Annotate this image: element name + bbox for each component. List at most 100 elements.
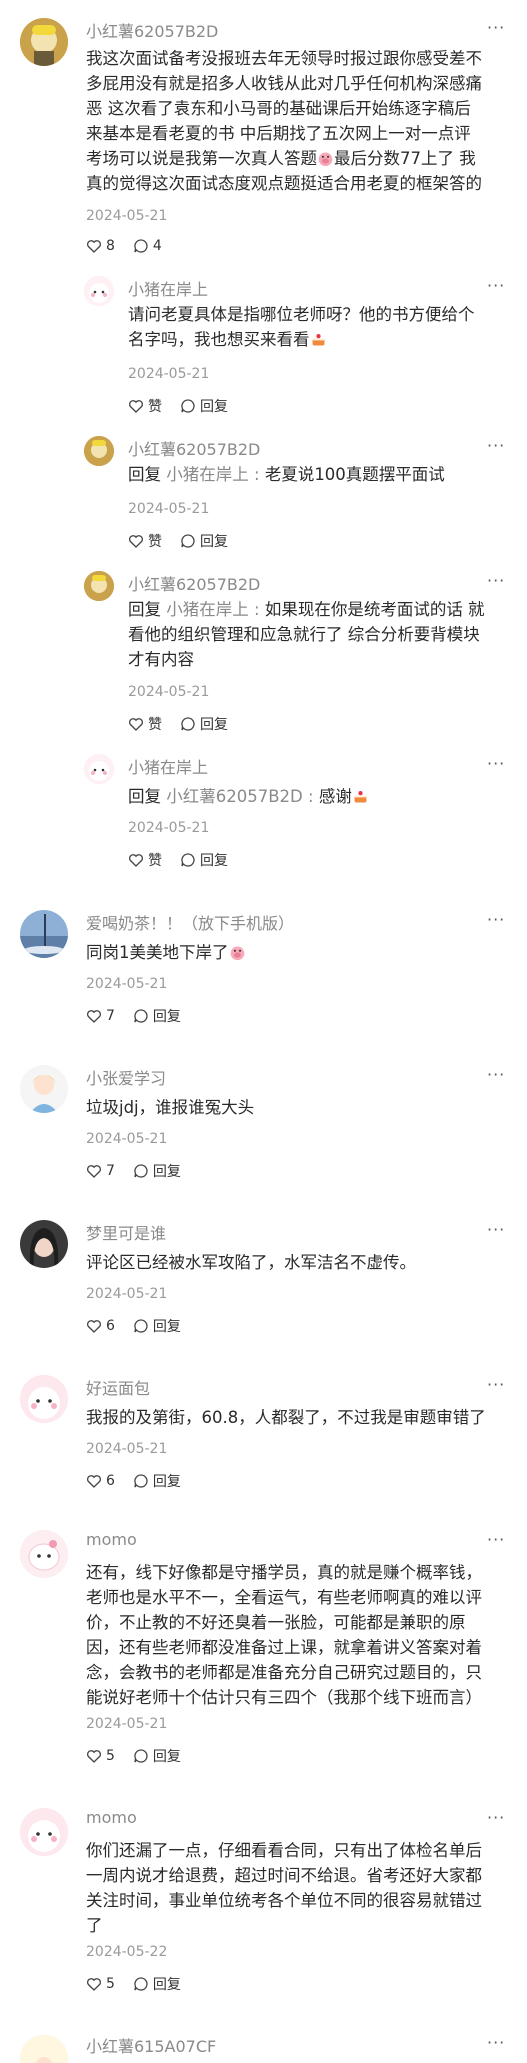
heart-icon (129, 535, 143, 548)
author-name[interactable]: 小张爱学习 (86, 1065, 166, 1089)
more-options-icon[interactable]: ··· (487, 910, 505, 929)
comment-text: 同岗1美美地下岸了 (86, 940, 516, 965)
comment-actions: 7 回复 (86, 1161, 199, 1181)
comment-text: 垃圾jdj，谁报谁冤大头 (86, 1098, 255, 1117)
reply-date: 2024-05-21 (128, 501, 210, 517)
reply-button[interactable]: 回复 (133, 1161, 181, 1181)
avatar[interactable] (84, 436, 114, 466)
comment-actions: 5 回复 (86, 1974, 199, 1994)
reply-to-user[interactable]: 小猪在岸上 (166, 600, 249, 619)
more-options-icon[interactable]: ··· (487, 2033, 505, 2052)
more-options-icon[interactable]: ··· (487, 1220, 505, 1239)
comment-date: 2024-05-22 (86, 1944, 168, 1960)
reply-text: 回复 小猪在岸上 : 老夏说100真题摆平面试 (128, 465, 445, 484)
more-options-icon[interactable]: ··· (487, 1808, 505, 1827)
avatar-image-icon (20, 2035, 68, 2063)
avatar[interactable] (84, 571, 114, 601)
heart-icon (87, 1320, 101, 1333)
reply-actions: 赞 回复 (128, 714, 246, 734)
like-count: 5 (106, 1748, 115, 1764)
reply-button[interactable]: 回复 (133, 1006, 181, 1026)
like-button[interactable]: 8 (86, 238, 115, 254)
comment-date: 2024-05-21 (86, 1131, 168, 1147)
avatar-image-icon (20, 18, 68, 66)
like-button[interactable]: 5 (86, 1976, 115, 1992)
reply-button[interactable]: 回复 (133, 1746, 181, 1766)
like-button[interactable]: 赞 (128, 531, 162, 551)
more-options-icon[interactable]: ··· (487, 1375, 505, 1394)
pig-emoji-icon (229, 943, 246, 961)
like-button[interactable]: 赞 (128, 714, 162, 734)
like-button[interactable]: 赞 (128, 850, 162, 870)
reply-actions: 赞 回复 (128, 396, 246, 416)
reply-button[interactable]: 回复 (180, 396, 228, 416)
reply-button[interactable]: 回复 (180, 531, 228, 551)
author-name[interactable]: 爱喝奶茶！！（放下手机版） (86, 910, 294, 934)
author-name[interactable]: 梦里可是谁 (86, 1220, 166, 1244)
more-options-icon[interactable]: ··· (487, 571, 505, 590)
heart-icon (87, 1750, 101, 1763)
like-button[interactable]: 7 (86, 1008, 115, 1024)
avatar-image-icon (84, 754, 114, 784)
author-name[interactable]: momo (86, 1808, 137, 1827)
comment-text: 你们还漏了一点，仔细看看合同，只有出了体检名单后 一周内说才给退费，超过时间不给… (86, 1841, 482, 1935)
avatar-image-icon (84, 436, 114, 466)
avatar[interactable] (20, 1375, 68, 1423)
reply-actions: 赞 回复 (128, 850, 246, 870)
reply-button[interactable]: 4 (133, 238, 162, 254)
like-button[interactable]: 赞 (128, 396, 162, 416)
avatar[interactable] (20, 18, 68, 66)
avatar[interactable] (20, 1065, 68, 1113)
more-options-icon[interactable]: ··· (487, 276, 505, 295)
reply-button[interactable]: 回复 (180, 850, 228, 870)
avatar[interactable] (20, 910, 68, 958)
heart-icon (87, 1978, 101, 1991)
reply-to-user[interactable]: 小红薯62057B2D (166, 787, 303, 806)
comment-bubble-icon (134, 1474, 148, 1488)
comment-bubble-icon (181, 399, 195, 413)
like-button[interactable]: 5 (86, 1748, 115, 1764)
reply-to-user[interactable]: 小猪在岸上 (166, 465, 249, 484)
comment-text: 我这次面试备考没报班去年无领导时报过跟你感受差不 多屁用没有就是招多人收钱从此对… (86, 49, 482, 193)
like-button[interactable]: 6 (86, 1318, 115, 1334)
avatar[interactable] (20, 1530, 68, 1578)
more-options-icon[interactable]: ··· (487, 436, 505, 455)
avatar[interactable] (84, 276, 114, 306)
reply-button[interactable]: 回复 (133, 1316, 181, 1336)
author-name[interactable]: 小红薯615A07CF (86, 2033, 216, 2057)
reply-button[interactable]: 回复 (133, 1974, 181, 1994)
author-name[interactable]: 小猪在岸上 (128, 276, 208, 300)
like-button[interactable]: 6 (86, 1473, 115, 1489)
author-name[interactable]: 小猪在岸上 (128, 754, 208, 778)
comment-actions: 6 回复 (86, 1471, 199, 1491)
reply-label: 回复 (152, 1164, 181, 1180)
avatar[interactable] (20, 2035, 68, 2063)
author-name[interactable]: 小红薯62057B2D (128, 571, 260, 595)
comment-item: 好运面包 ··· 我报的及第街，60.8，人都裂了，不过我是审题审错了 2024… (0, 1365, 527, 1505)
comment-date: 2024-05-21 (86, 208, 168, 224)
heart-icon (87, 1165, 101, 1178)
more-options-icon[interactable]: ··· (487, 754, 505, 773)
more-options-icon[interactable]: ··· (487, 1530, 505, 1549)
reply-count: 4 (152, 238, 162, 254)
avatar[interactable] (20, 1808, 68, 1856)
comment-date: 2024-05-21 (86, 1441, 168, 1457)
avatar[interactable] (84, 754, 114, 784)
author-name[interactable]: 好运面包 (86, 1375, 150, 1399)
like-button[interactable]: 7 (86, 1163, 115, 1179)
avatar-image-icon (20, 1065, 68, 1113)
comment-text: 评论区已经被水军攻陷了，水军洁名不虚传。 (86, 1253, 416, 1272)
author-name[interactable]: momo (86, 1530, 137, 1549)
avatar[interactable] (20, 1220, 68, 1268)
comment-bubble-icon (134, 1009, 148, 1023)
more-options-icon[interactable]: ··· (487, 18, 505, 37)
author-name[interactable]: 小红薯62057B2D (128, 436, 260, 460)
reply-button[interactable]: 回复 (180, 714, 228, 734)
author-name[interactable]: 小红薯62057B2D (86, 18, 218, 42)
comment-item: 小红薯615A07CF ··· (0, 2025, 527, 2063)
reply-button[interactable]: 回复 (133, 1471, 181, 1491)
reply-label: 回复 (200, 853, 228, 869)
avatar-image-icon (20, 1530, 68, 1578)
reply-label: 回复 (200, 399, 228, 415)
more-options-icon[interactable]: ··· (487, 1065, 505, 1084)
